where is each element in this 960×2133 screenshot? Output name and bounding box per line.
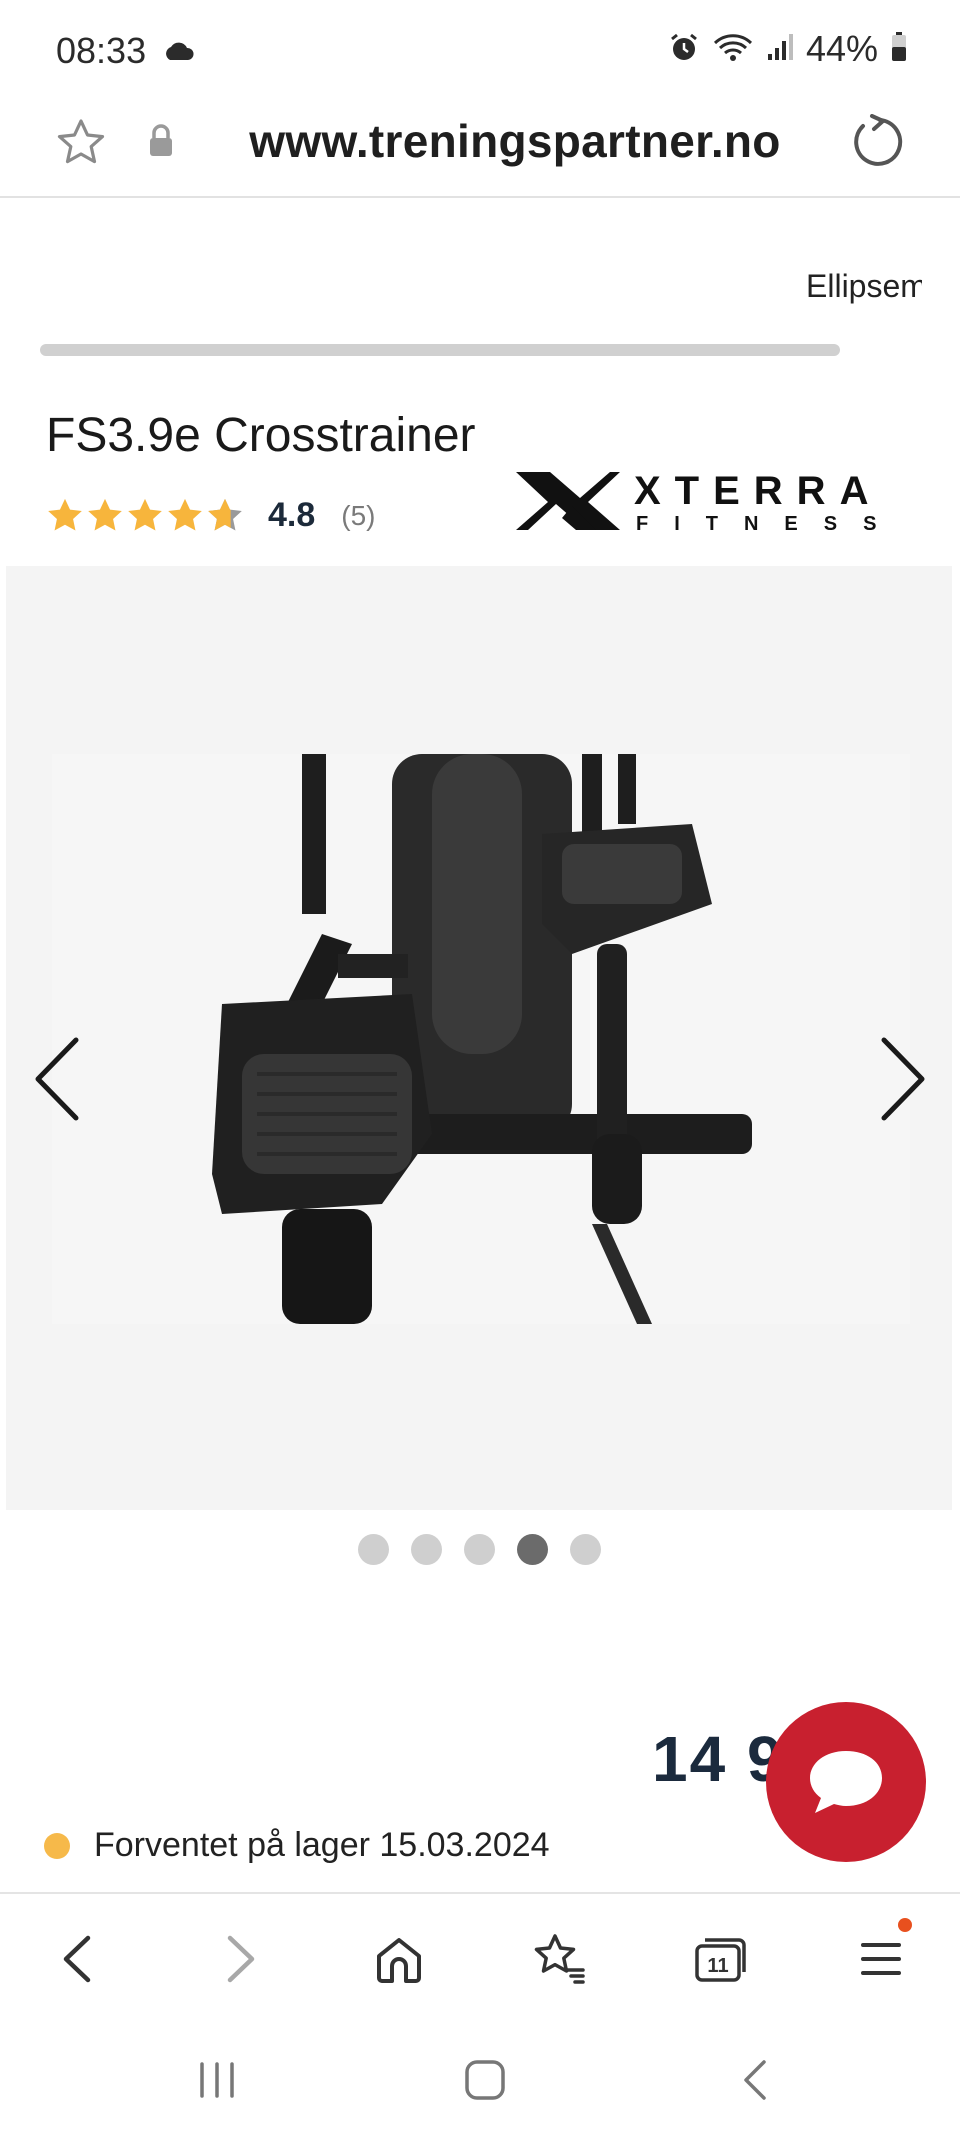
gallery-pagination — [358, 1534, 601, 1565]
product-price: 14 9 — [652, 1723, 785, 1795]
stock-status: Forventet på lager 15.03.2024 — [44, 1826, 550, 1865]
gallery-dot-active[interactable] — [517, 1534, 548, 1565]
alarm-icon — [668, 31, 700, 68]
wifi-icon — [712, 31, 754, 68]
product-image-gallery[interactable] — [6, 566, 952, 1510]
home-icon — [465, 2060, 505, 2100]
stock-status-dot — [44, 1832, 70, 1859]
signal-icon — [766, 32, 794, 67]
brand-logo[interactable]: XTERRA FITNESS — [516, 468, 918, 539]
menu-button[interactable] — [846, 1918, 916, 1994]
star-full-icon — [48, 498, 82, 531]
reload-icon[interactable] — [848, 114, 904, 175]
status-bar: 08:33 44% — [0, 0, 960, 104]
bookmarks-button[interactable] — [524, 1924, 594, 1994]
star-icon[interactable] — [54, 116, 108, 175]
tabs-button[interactable]: 11 — [686, 1924, 756, 1994]
star-full-icon — [128, 498, 162, 531]
system-navigation-bar — [0, 2022, 960, 2133]
brand-logo-wordmark: XTERRA — [634, 469, 882, 513]
gallery-dot[interactable] — [570, 1534, 601, 1565]
tabs-icon: 11 — [695, 1938, 746, 1982]
gallery-dot[interactable] — [358, 1534, 389, 1565]
star-full-icon — [168, 498, 202, 531]
star-partial-icon — [208, 498, 242, 531]
system-back-button[interactable] — [720, 2050, 790, 2110]
chat-bubble-icon — [810, 1751, 882, 1813]
product-image[interactable] — [52, 754, 910, 1324]
gallery-prev-button[interactable] — [32, 1036, 82, 1127]
battery-percentage: 44% — [805, 28, 878, 69]
bookmarks-icon — [534, 1934, 585, 1984]
back-icon — [744, 2060, 766, 2100]
status-time: 08:33 — [56, 30, 147, 71]
stock-status-text: Forventet på lager 15.03.2024 — [94, 1826, 550, 1864]
lock-icon — [148, 124, 174, 163]
tabs-count: 11 — [707, 1955, 728, 1977]
notification-badge — [898, 1918, 912, 1932]
product-rating[interactable]: 4.8 (5) — [46, 496, 376, 535]
gallery-dot[interactable] — [464, 1534, 495, 1565]
forward-button[interactable] — [206, 1924, 276, 1994]
category-breadcrumb[interactable]: Ellipsemaskiner — [806, 268, 922, 305]
gallery-dot[interactable] — [411, 1534, 442, 1565]
cloud-icon — [162, 40, 196, 67]
rating-value: 4.8 — [268, 496, 316, 534]
home-button[interactable] — [364, 1924, 434, 1994]
rating-stars — [46, 497, 244, 535]
back-button[interactable] — [42, 1924, 112, 1994]
recents-button[interactable] — [182, 2050, 252, 2110]
system-home-button[interactable] — [450, 2050, 520, 2110]
url-text[interactable]: www.treningspartner.no — [200, 114, 830, 168]
category-scrollbar[interactable] — [40, 344, 840, 356]
product-title: FS3.9e Crosstrainer — [46, 409, 476, 462]
rating-count: (5) — [341, 499, 376, 531]
chat-button[interactable] — [766, 1702, 926, 1862]
battery-icon — [890, 31, 908, 68]
menu-icon — [861, 1943, 901, 1975]
back-icon — [63, 1935, 91, 1983]
forward-icon — [227, 1935, 255, 1983]
recents-icon — [200, 2062, 234, 2098]
home-icon — [377, 1938, 421, 1983]
star-full-icon — [88, 498, 122, 531]
brand-logo-subtitle: FITNESS — [636, 513, 902, 534]
browser-address-bar: www.treningspartner.no — [0, 104, 960, 198]
gallery-next-button[interactable] — [878, 1036, 928, 1127]
browser-toolbar: 11 — [0, 1892, 960, 2022]
